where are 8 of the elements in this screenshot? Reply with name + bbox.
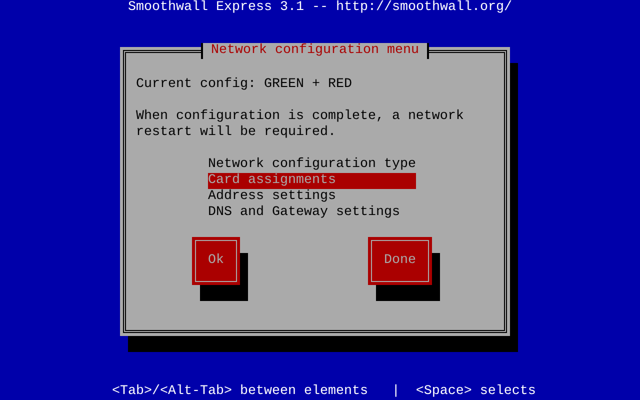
menu-item[interactable]: Network configuration type bbox=[208, 157, 416, 173]
menu-item[interactable]: Address settings bbox=[208, 189, 416, 205]
menu-item[interactable]: DNS and Gateway settings bbox=[208, 205, 416, 221]
dialog-title: Network configuration menu bbox=[201, 43, 429, 59]
help-line: <Tab>/<Alt-Tab> between elements | <Space> selects bbox=[112, 384, 536, 399]
message-text: When configuration is complete, a network restart will be required. bbox=[136, 109, 465, 141]
screen-title: Smoothwall Express 3.1 -- http://smoothwall.org/ bbox=[128, 0, 512, 16]
current-config-text: Current config: GREEN + RED bbox=[136, 77, 353, 93]
